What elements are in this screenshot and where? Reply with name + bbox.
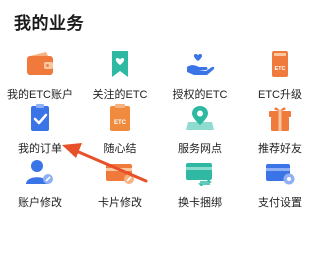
item-label: 账户修改 xyxy=(18,197,62,209)
suixinjie-item[interactable]: ETC 随心结 xyxy=(80,96,160,155)
card-exchange-item[interactable]: 换卡捆绑 xyxy=(160,150,240,209)
recommend-friends-item[interactable]: 推荐好友 xyxy=(240,96,320,155)
account-edit-item[interactable]: 账户修改 xyxy=(0,150,80,209)
etc-card-icon: ETC xyxy=(110,104,130,131)
hand-heart-icon xyxy=(187,54,215,75)
authorized-etc-item[interactable]: 授权的ETC xyxy=(160,42,240,101)
item-label: 支付设置 xyxy=(258,197,302,209)
service-outlets-item[interactable]: 服务网点 xyxy=(160,96,240,155)
user-edit-icon xyxy=(26,160,53,184)
section-title: 我的业务 xyxy=(14,14,84,33)
svg-text:ETC: ETC xyxy=(114,120,127,126)
map-pin-icon xyxy=(186,106,214,130)
item-label: 换卡捆绑 xyxy=(178,197,222,209)
gift-icon xyxy=(269,107,291,131)
followed-etc-item[interactable]: 关注的ETC xyxy=(80,42,160,101)
svg-text:ETC: ETC xyxy=(275,66,286,72)
heart-bookmark-icon xyxy=(112,51,128,77)
card-exchange-icon xyxy=(186,163,212,186)
item-label: 卡片修改 xyxy=(98,197,142,209)
etc-card-upgrade-icon: ETC xyxy=(272,51,288,77)
card-edit-item[interactable]: 卡片修改 xyxy=(80,150,160,209)
card-settings-icon xyxy=(266,164,295,185)
my-orders-item[interactable]: 我的订单 xyxy=(0,96,80,155)
clipboard-check-icon xyxy=(31,104,49,131)
card-edit-icon xyxy=(106,164,134,184)
wallet-icon xyxy=(27,52,53,75)
etc-upgrade-item[interactable]: ETC ETC升级 xyxy=(240,42,320,101)
payment-settings-item[interactable]: 支付设置 xyxy=(240,150,320,209)
business-grid: 我的ETC账户 关注的ETC 授权的ETC ETC ETC升级 我的订单 ETC… xyxy=(0,42,320,209)
my-etc-account-item[interactable]: 我的ETC账户 xyxy=(0,42,80,101)
